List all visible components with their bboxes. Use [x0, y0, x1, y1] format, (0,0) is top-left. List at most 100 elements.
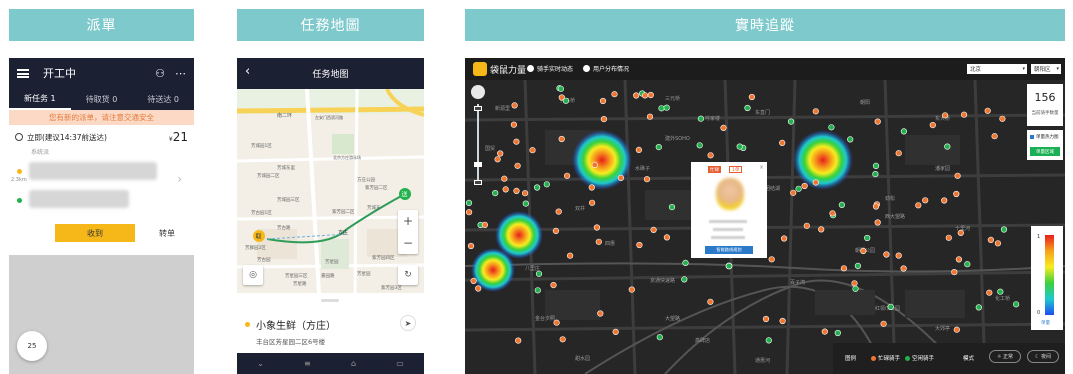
- rider-marker[interactable]: [787, 118, 795, 125]
- rider-marker[interactable]: [658, 105, 665, 112]
- refresh-icon[interactable]: ↻: [398, 265, 418, 285]
- rider-marker[interactable]: [696, 142, 703, 149]
- rider-marker[interactable]: [663, 234, 670, 241]
- route-planning-button[interactable]: 智能路线规划: [705, 246, 753, 254]
- radio-riders[interactable]: 骑手实时动态: [527, 64, 573, 73]
- rider-marker[interactable]: [475, 285, 482, 292]
- heatmap-checkbox[interactable]: 单量热力图: [1030, 134, 1059, 140]
- rider-marker[interactable]: [566, 252, 574, 259]
- tab-pending-pickup[interactable]: 待取货 0: [71, 88, 133, 110]
- nav-recent-icon[interactable]: ▭: [396, 359, 404, 368]
- rider-marker[interactable]: [961, 111, 968, 118]
- rider-marker[interactable]: [929, 121, 936, 129]
- rider-marker[interactable]: [828, 124, 835, 131]
- rider-marker[interactable]: [860, 247, 867, 255]
- rider-marker[interactable]: [470, 277, 477, 284]
- rider-marker[interactable]: [951, 269, 958, 276]
- rider-marker[interactable]: [872, 162, 880, 169]
- rider-marker[interactable]: [997, 288, 1004, 295]
- rider-marker[interactable]: [681, 276, 688, 283]
- tab-pending-delivery[interactable]: 待送达 0: [132, 88, 194, 110]
- drag-handle[interactable]: [321, 299, 339, 302]
- rider-marker[interactable]: [707, 152, 714, 159]
- rider-marker[interactable]: [682, 259, 689, 266]
- menu-icon[interactable]: [17, 68, 29, 78]
- rider-marker[interactable]: [1000, 226, 1008, 233]
- rider-marker[interactable]: [611, 91, 618, 98]
- store-info-card[interactable]: 小象生鲜（方庄） 丰台区芳星园二区6号楼 ➤: [237, 293, 424, 353]
- close-icon[interactable]: ×: [759, 164, 764, 171]
- rider-marker[interactable]: [736, 143, 743, 150]
- rider-marker[interactable]: [803, 222, 810, 229]
- zoom-slider[interactable]: [477, 104, 479, 184]
- rider-marker[interactable]: [655, 143, 662, 151]
- rider-marker[interactable]: [762, 315, 770, 323]
- rider-marker[interactable]: [465, 209, 473, 216]
- rider-marker[interactable]: [588, 199, 596, 206]
- rider-marker[interactable]: [510, 121, 518, 128]
- rider-marker[interactable]: [555, 208, 562, 215]
- rider-marker[interactable]: [597, 310, 604, 317]
- radio-users[interactable]: 用户分布情况: [583, 64, 629, 73]
- receive-button[interactable]: 收到: [55, 224, 135, 242]
- rider-marker[interactable]: [501, 175, 508, 182]
- rider-marker[interactable]: [552, 227, 559, 234]
- rider-marker[interactable]: [864, 234, 871, 242]
- rider-marker[interactable]: [838, 201, 846, 208]
- rider-marker[interactable]: [900, 265, 907, 272]
- rider-marker[interactable]: [558, 135, 565, 143]
- order-area-button[interactable]: 单量区域: [1030, 147, 1060, 156]
- rider-marker[interactable]: [922, 197, 929, 204]
- locate-icon[interactable]: ◎: [243, 265, 263, 285]
- more-icon[interactable]: ⋯: [175, 67, 186, 80]
- scan-person-icon[interactable]: ⚇: [155, 67, 165, 80]
- rider-marker[interactable]: [697, 115, 704, 122]
- rider-marker[interactable]: [612, 328, 619, 335]
- district-select[interactable]: 朝阳区: [1031, 64, 1061, 74]
- rider-marker[interactable]: [840, 265, 848, 272]
- rider-marker[interactable]: [801, 182, 808, 190]
- rider-marker[interactable]: [765, 337, 772, 344]
- rider-marker[interactable]: [497, 150, 504, 157]
- rider-marker[interactable]: [588, 184, 595, 191]
- rider-marker[interactable]: [617, 174, 624, 181]
- rider-marker[interactable]: [953, 326, 960, 333]
- rider-marker[interactable]: [643, 176, 651, 183]
- rider-marker[interactable]: [647, 91, 654, 99]
- rider-marker[interactable]: [812, 179, 819, 186]
- rider-marker[interactable]: [991, 133, 998, 140]
- rider-marker[interactable]: [641, 92, 649, 99]
- rider-marker[interactable]: [656, 334, 663, 341]
- rider-marker[interactable]: [880, 320, 887, 327]
- rider-marker[interactable]: [872, 170, 879, 178]
- rider-marker[interactable]: [994, 240, 1002, 247]
- nav-down-icon[interactable]: ⌄: [257, 359, 264, 368]
- rider-marker[interactable]: [633, 92, 640, 99]
- back-arrow-icon[interactable]: ‹: [245, 64, 250, 79]
- zoom-slider-knob[interactable]: [474, 162, 482, 167]
- city-select[interactable]: 北京: [967, 64, 1027, 74]
- rider-marker[interactable]: [593, 224, 600, 231]
- rider-marker[interactable]: [514, 162, 521, 169]
- rider-marker[interactable]: [964, 261, 971, 268]
- rider-marker[interactable]: [543, 181, 550, 188]
- rider-marker[interactable]: [513, 138, 520, 145]
- rider-marker[interactable]: [635, 146, 642, 153]
- rider-marker[interactable]: [494, 156, 501, 163]
- rider-marker[interactable]: [781, 235, 788, 242]
- rider-marker[interactable]: [748, 93, 756, 101]
- rider-marker[interactable]: [511, 102, 518, 109]
- rider-marker[interactable]: [790, 189, 797, 196]
- rider-marker[interactable]: [533, 184, 541, 191]
- rider-marker[interactable]: [707, 298, 714, 305]
- rider-marker[interactable]: [829, 210, 836, 217]
- rider-marker[interactable]: [522, 200, 529, 207]
- rider-marker[interactable]: [900, 128, 908, 135]
- rider-marker[interactable]: [887, 303, 894, 310]
- rider-marker[interactable]: [521, 190, 529, 197]
- rider-marker[interactable]: [915, 202, 922, 209]
- rider-marker[interactable]: [513, 187, 520, 194]
- rider-marker[interactable]: [599, 97, 607, 105]
- navigate-arrow-icon[interactable]: ➤: [400, 315, 416, 331]
- rider-marker[interactable]: [821, 328, 828, 335]
